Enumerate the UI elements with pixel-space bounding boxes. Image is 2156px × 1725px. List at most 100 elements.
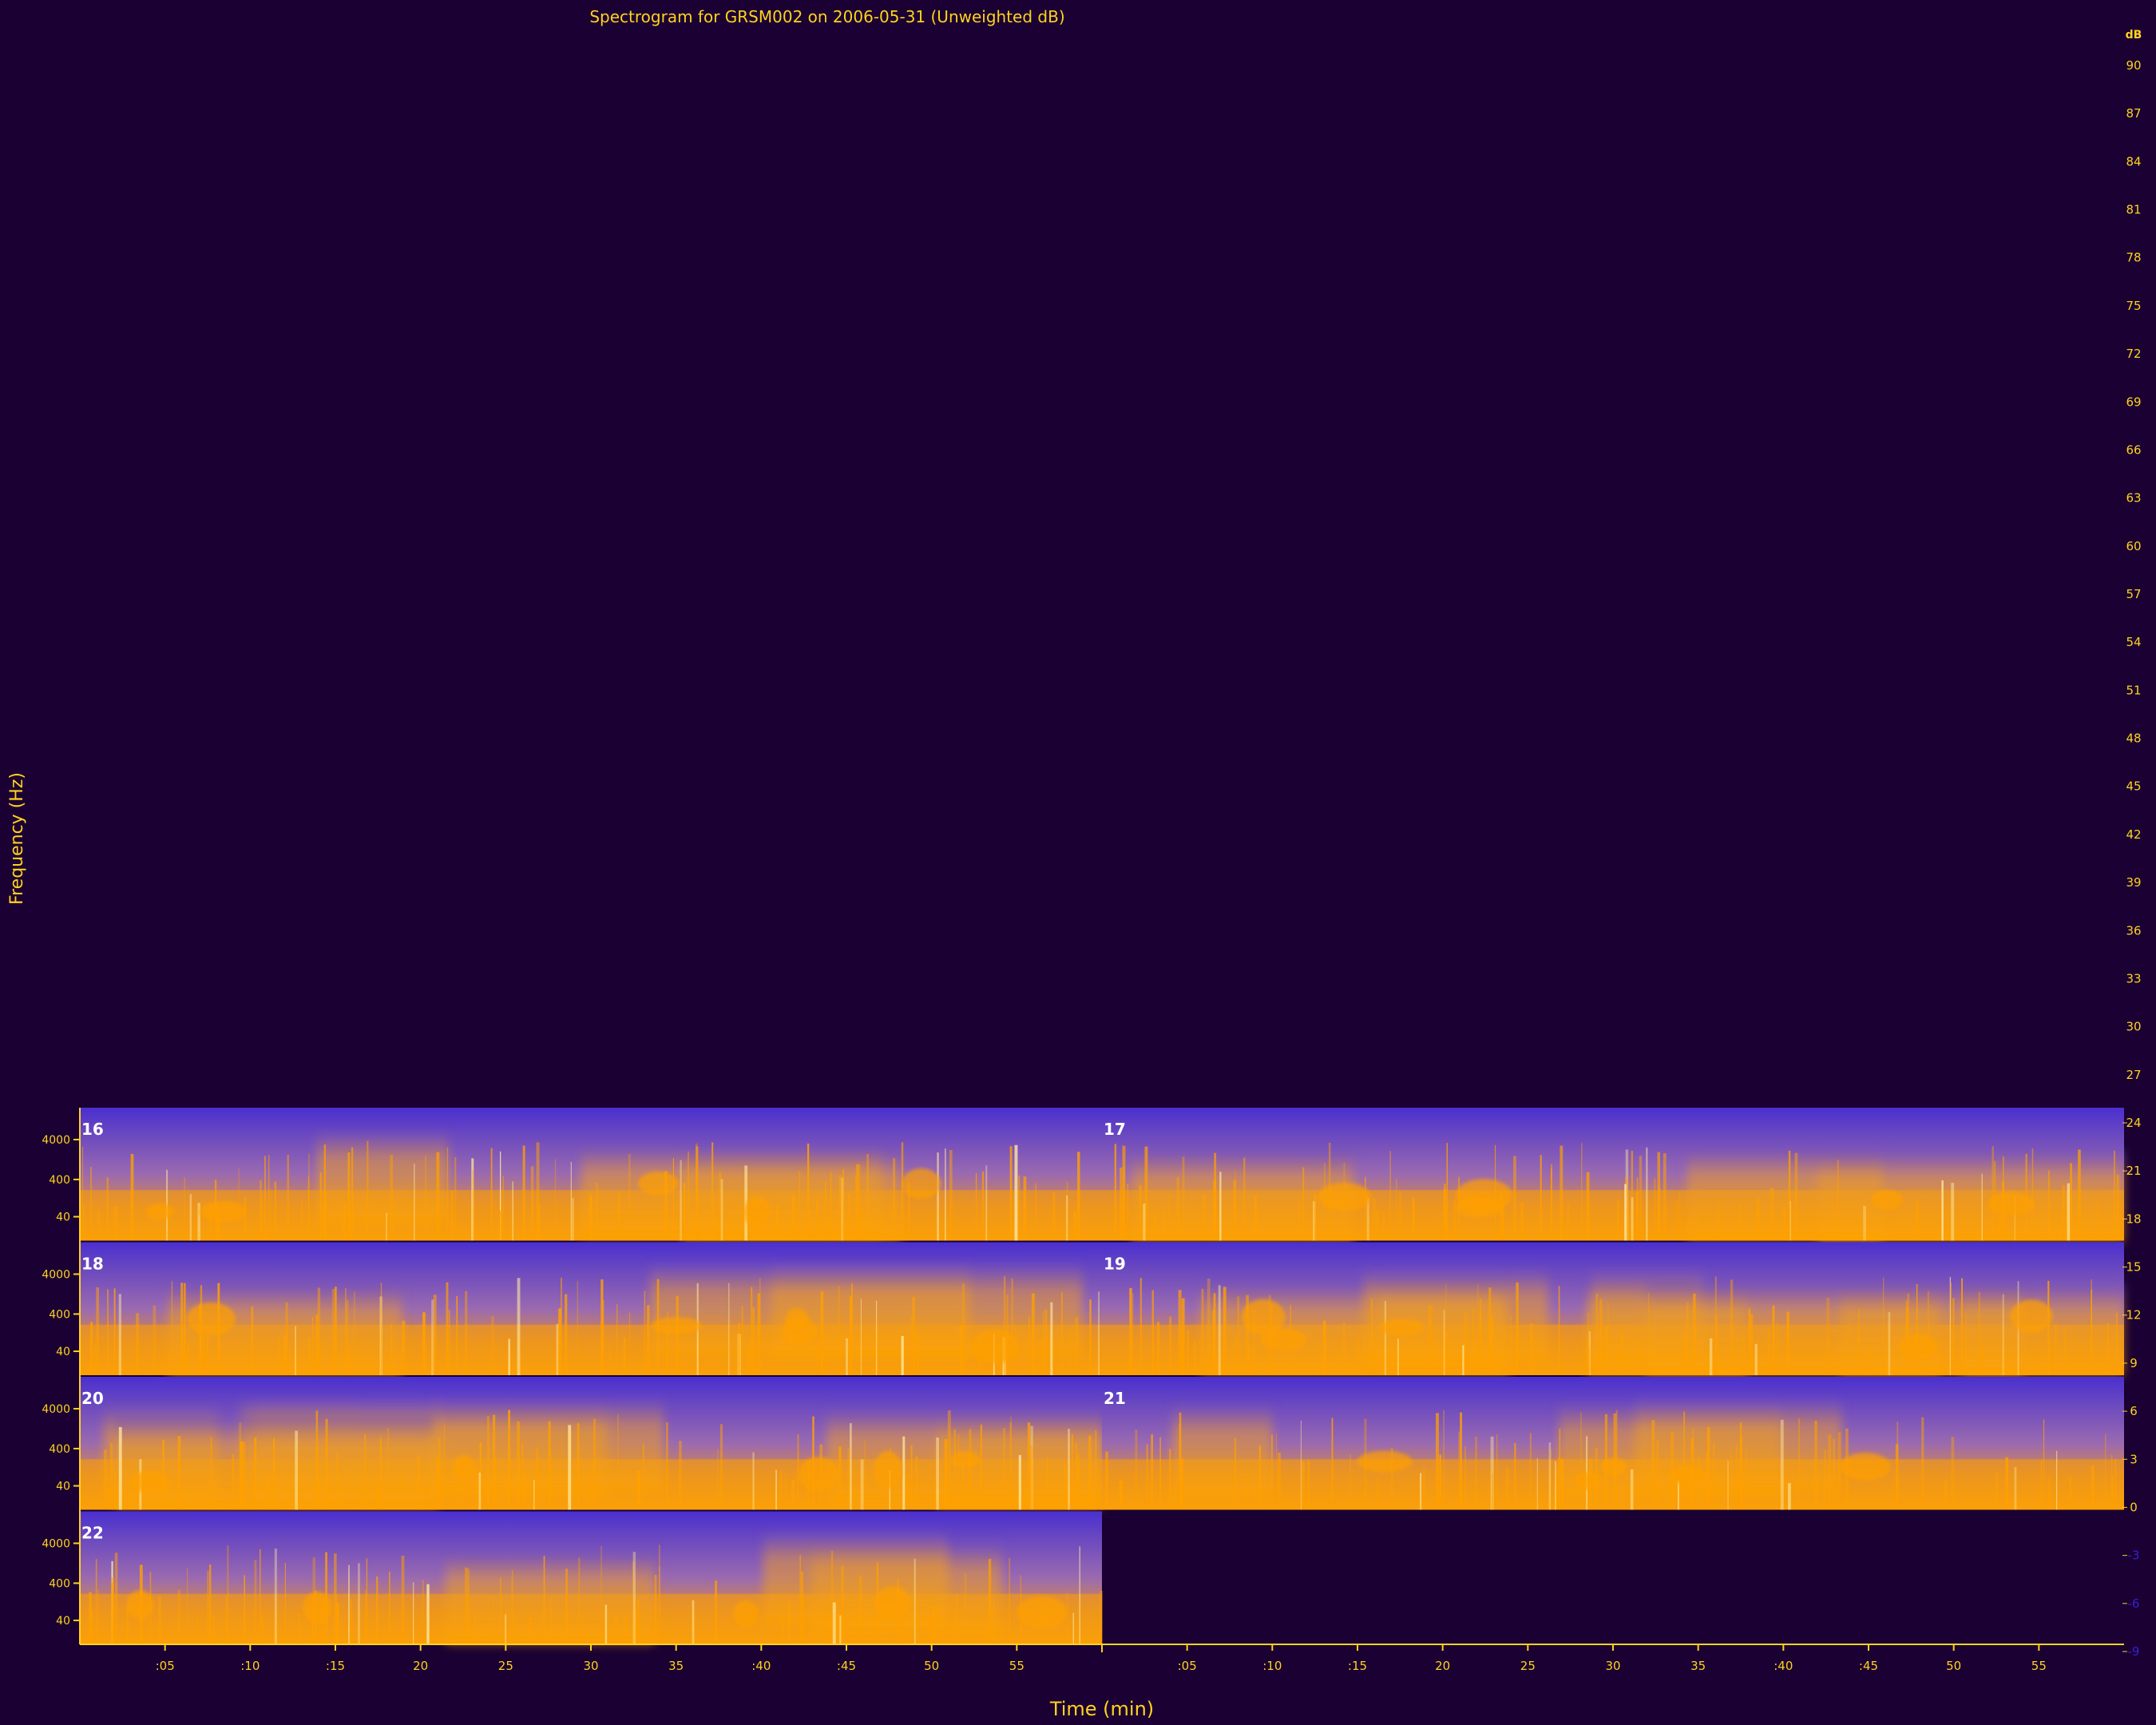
spectrogram-panels: 1640004004017184000400401920400040040212… [42,1108,2124,1644]
transient-streak [1978,1291,1980,1375]
transient-streak [799,1555,801,1644]
transient-streak [1745,1449,1748,1510]
transient-streak [1831,1193,1833,1241]
transient-streak [944,1438,948,1510]
transient-streak [183,1283,186,1375]
transient-streak [644,1291,646,1375]
transient-streak [624,1615,628,1644]
transient-streak [1218,1285,1221,1375]
transient-streak [1254,1195,1258,1241]
transient-streak [1683,1411,1686,1510]
transient-streak [2064,1326,2066,1375]
transient-streak [975,1172,977,1241]
colorbar-tick-label: 3 [2130,1452,2138,1466]
call-blob [199,1201,247,1223]
transient-streak [83,1204,85,1241]
transient-streak [1119,1480,1123,1510]
call-blob [1241,1299,1286,1335]
colorbar-tick-label: 9 [2130,1356,2138,1370]
transient-streak [1883,1277,1885,1375]
transient-streak [1420,1473,1422,1510]
colorbar-tick-label: 63 [2126,491,2141,506]
transient-streak [536,1448,539,1510]
transient-streak [331,1288,335,1375]
transient-streak [784,1477,787,1510]
transient-streak [1464,1446,1466,1510]
transient-streak [1231,1481,1233,1510]
panel-hour-label: 20 [81,1389,104,1408]
transient-streak [376,1576,378,1644]
transient-streak [1888,1312,1891,1375]
transient-streak [1727,1461,1729,1510]
transient-streak [1357,1338,1359,1375]
transient-streak [335,1453,339,1510]
transient-streak [1234,1338,1237,1375]
transient-streak [308,1153,310,1241]
transient-streak [2097,1197,2099,1241]
transient-streak [1750,1314,1754,1375]
transient-streak [1786,1311,1789,1375]
transient-streak [1863,1206,1866,1241]
activity-region [1171,1404,1273,1497]
transient-streak [589,1195,593,1241]
transient-streak [2091,1465,2095,1510]
transient-streak [1438,1210,1441,1241]
transient-streak [600,1279,604,1375]
transient-streak [1477,1284,1479,1375]
transient-streak [351,1147,354,1241]
transient-streak [1739,1446,1742,1510]
transient-streak [1178,1290,1182,1375]
transient-streak [565,1294,568,1375]
colorbar-tick-label: -9 [2128,1644,2140,1659]
transient-streak [577,1281,578,1375]
transient-streak [1139,1184,1142,1241]
x-tick-label: 20 [1435,1659,1450,1673]
x-tick-label: 30 [1605,1659,1620,1673]
transient-streak [261,1614,264,1644]
transient-streak [839,1615,842,1644]
call-blob [798,1457,839,1492]
transient-streak [1656,1439,1659,1510]
transient-streak [1615,1340,1617,1375]
transient-streak [2070,1163,2072,1241]
transient-streak [1068,1328,1071,1375]
call-blob [1871,1189,1903,1210]
transient-streak [910,1445,913,1510]
transient-streak [1837,1462,1841,1510]
x-tick-label: :15 [326,1659,345,1673]
transient-streak [752,1307,755,1375]
transient-streak [529,1617,532,1644]
transient-streak [227,1545,229,1644]
call-blob [1318,1182,1371,1211]
transient-streak [791,1479,795,1510]
x-tick-label: 50 [924,1659,939,1673]
transient-streak [1679,1193,1681,1241]
colorbar-tick-label: 27 [2126,1068,2141,1082]
colorbar-tick-label: 72 [2126,347,2141,361]
transient-streak [472,1169,474,1241]
call-blob [453,1454,476,1483]
transient-streak [1599,1299,1603,1375]
transient-streak [1212,1310,1215,1375]
transient-streak [287,1155,289,1241]
transient-streak [1233,1180,1237,1241]
y-tick-label: 4000 [42,1403,70,1416]
transient-streak [274,1181,277,1241]
transient-streak [474,1612,476,1644]
transient-streak [97,1590,100,1644]
colorbar-tick-label: 66 [2126,442,2141,457]
colorbar-tick-label: 0 [2130,1500,2138,1514]
transient-streak [850,1283,853,1375]
transient-streak [1064,1465,1068,1510]
colorbar-tick-label: 69 [2126,395,2141,409]
transient-streak [389,1571,390,1644]
transient-streak [530,1166,534,1241]
colorbar-tick-label: 60 [2126,539,2141,553]
transient-streak [1828,1434,1832,1510]
transient-streak [536,1142,540,1241]
activity-region [1645,1282,1940,1376]
transient-streak [1560,1145,1563,1241]
y-tick-label: 400 [49,1308,70,1321]
transient-streak [1068,1429,1070,1510]
transient-streak [628,1312,631,1375]
